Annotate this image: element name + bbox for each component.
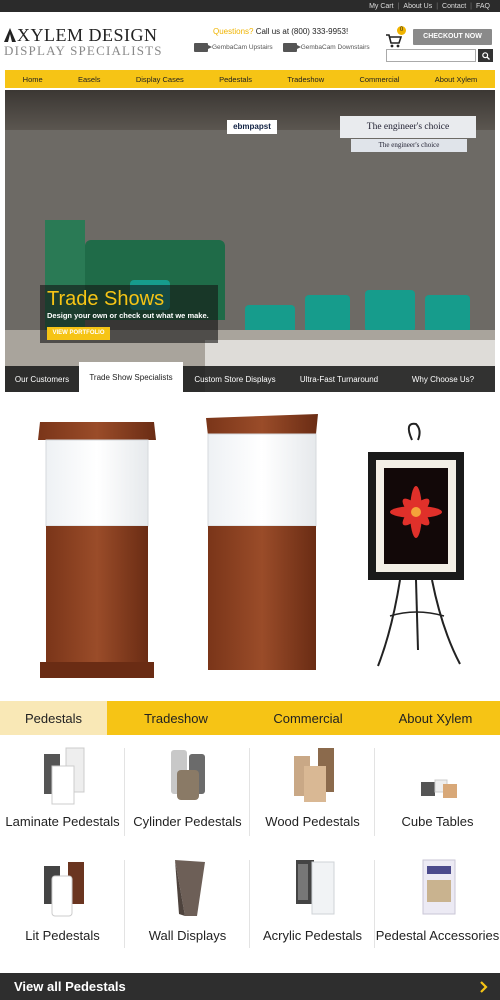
hero-sign: The engineer's choice [340,116,476,138]
gembacam-downstairs-label: GembaCam Downstairs [300,44,370,51]
acrylic-pedestals-image [296,860,335,915]
tab-ultra-fast-turnaround[interactable]: Ultra-Fast Turnaround [287,366,391,392]
nav-item-home[interactable]: Home [23,75,43,84]
product-acrylic-pedestals[interactable]: Acrylic Pedestals [250,852,375,964]
view-all-label: View all Pedestals [14,979,126,994]
search-icon [481,51,490,60]
gembacam-links: GembaCam Upstairs GembaCam Downstairs [194,43,370,52]
chevron-right-icon [480,980,488,993]
tab-our-customers[interactable]: Our Customers [5,366,79,392]
product-laminate-pedestals[interactable]: Laminate Pedestals [0,740,125,852]
hero-title: Trade Shows [47,288,165,310]
wood-pedestals-image [294,748,334,802]
product-label: Pedestal Accessories [375,928,500,943]
video-camera-icon [282,43,301,52]
main-nav: Home Easels Display Cases Pedestals Trad… [5,70,495,88]
nav-item-tradeshow[interactable]: Tradeshow [287,75,324,84]
cylinder-pedestals-image [171,750,205,800]
hero-sign-small: The engineer's choice [351,139,467,152]
logo-mark-icon [4,28,16,42]
separator: | [397,2,400,10]
product-label: Laminate Pedestals [5,814,120,829]
product-label: Cube Tables [401,814,474,829]
phone-text[interactable]: Call us at (800) 333-9953! [253,27,349,36]
separator: | [436,2,439,10]
product-lit-pedestals[interactable]: Lit Pedestals [0,852,125,964]
contact-link[interactable]: Contact [442,3,466,10]
hero-tabs: Our Customers Trade Show Specialists Cus… [5,362,495,392]
nav-item-about-xylem[interactable]: About Xylem [435,75,478,84]
wall-displays-image [175,860,205,916]
cube-tables-image [421,779,457,798]
separator: | [470,2,472,10]
gembacam-upstairs[interactable]: GembaCam Upstairs [194,43,273,52]
tab-commercial[interactable]: Commercial [245,701,371,735]
nav-item-display-cases[interactable]: Display Cases [136,75,184,84]
display-pedestal-image[interactable] [206,414,318,670]
product-grid: Laminate Pedestals Cylinder Pedestals Wo… [0,740,500,964]
utility-bar: My Cart | About Us | Contact | FAQ [0,0,500,12]
gembacam-upstairs-label: GembaCam Upstairs [212,44,273,51]
logo-tagline: DISPLAY SPECIALISTS [4,43,163,58]
cart-button[interactable]: 0 [386,26,406,50]
laminate-pedestals-image [44,747,85,805]
tab-custom-store-displays[interactable]: Custom Store Displays [183,366,287,392]
cart-count-badge: 0 [397,26,406,35]
product-cylinder-pedestals[interactable]: Cylinder Pedestals [125,740,250,852]
tab-tradeshow[interactable]: Tradeshow [107,701,245,735]
about-us-link[interactable]: About Us [403,3,432,10]
my-cart-link[interactable]: My Cart [369,3,394,10]
questions-label: Questions? [213,27,254,36]
tab-why-choose-us[interactable]: Why Choose Us? [391,366,495,392]
hero-pump [305,295,350,333]
easel-with-artwork-image[interactable] [368,422,464,667]
search-input[interactable] [386,49,476,62]
hero-banner[interactable]: ebmpapst The engineer's choice The engin… [5,90,495,392]
gembacam-downstairs[interactable]: GembaCam Downstairs [282,43,370,52]
product-wood-pedestals[interactable]: Wood Pedestals [250,740,375,852]
site-header: XYLEM DESIGN DISPLAY SPECIALISTS Questio… [0,12,500,68]
product-label: Acrylic Pedestals [263,928,362,943]
search-button[interactable] [478,49,493,62]
nav-item-commercial[interactable]: Commercial [359,75,399,84]
hero-brand-sign: ebmpapst [227,120,277,134]
tab-trade-show-specialists[interactable]: Trade Show Specialists [79,362,183,392]
nav-item-easels[interactable]: Easels [78,75,101,84]
nav-item-pedestals[interactable]: Pedestals [219,75,252,84]
hero-pump [425,295,470,333]
logo-line1: XYLEM DESIGN [4,26,164,44]
logo-text: XYLEM DESIGN [17,25,158,45]
contact-line: Questions? Call us at (800) 333-9953! [213,27,348,36]
checkout-button[interactable]: CHECKOUT NOW [413,29,492,45]
cart-icon [386,34,402,48]
product-wall-displays[interactable]: Wall Displays [125,852,250,964]
pedestal-accessories-image [422,859,456,915]
product-label: Cylinder Pedestals [133,814,242,829]
tab-about-xylem[interactable]: About Xylem [371,701,500,735]
product-pedestal-accessories[interactable]: Pedestal Accessories [375,852,500,964]
tab-pedestals[interactable]: Pedestals [0,701,107,735]
product-cube-tables[interactable]: Cube Tables [375,740,500,852]
faq-link[interactable]: FAQ [476,3,490,10]
category-tabs: Pedestals Tradeshow Commercial About Xyl… [0,701,500,735]
hero-pump [365,290,415,332]
product-label: Wood Pedestals [265,814,360,829]
display-pedestal-crown-image[interactable] [38,422,156,678]
view-portfolio-button[interactable]: VIEW PORTFOLIO [47,327,110,340]
site-logo[interactable]: XYLEM DESIGN DISPLAY SPECIALISTS [4,26,164,66]
hero-subtitle: Design your own or check out what we mak… [47,311,209,320]
featured-products [38,414,464,678]
product-label: Lit Pedestals [25,928,100,943]
lit-pedestals-image [44,862,84,917]
view-all-pedestals-bar[interactable]: View all Pedestals [0,973,500,1000]
video-camera-icon [194,43,212,52]
product-label: Wall Displays [148,928,227,943]
